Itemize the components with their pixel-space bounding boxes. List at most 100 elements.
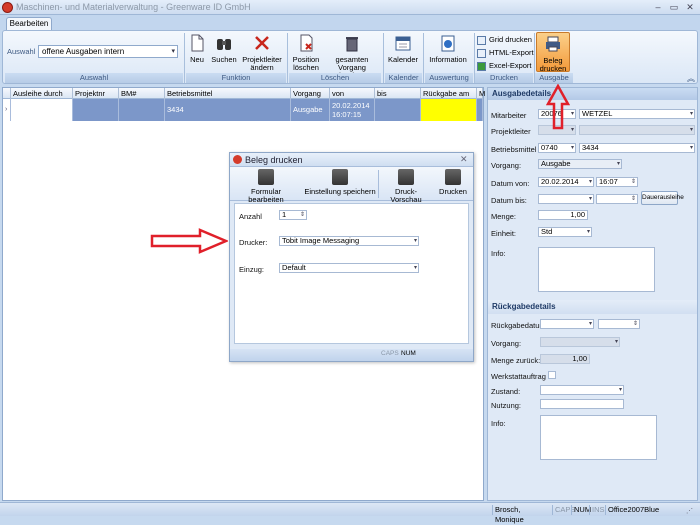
zeit-von-stepper[interactable]: 16:07 ⇕: [596, 177, 638, 187]
col-von[interactable]: von: [330, 88, 375, 99]
einzug-select[interactable]: Default ▾: [279, 263, 419, 273]
projektleiter-label: Projektleiter: [491, 127, 531, 136]
neu-label: Neu: [190, 55, 204, 64]
excel-export-button[interactable]: Excel-Export: [477, 60, 532, 71]
cell-vorgang[interactable]: Ausgabe: [291, 99, 330, 121]
tab-bearbeiten[interactable]: Bearbeiten: [6, 17, 52, 31]
beleg-drucken-button[interactable]: Beleg drucken: [536, 32, 570, 73]
dialog-close-icon[interactable]: ✕: [460, 154, 468, 165]
datum-bis-picker[interactable]: ▾: [538, 194, 594, 204]
html-export-button[interactable]: HTML-Export: [477, 47, 534, 58]
cell-projektnr[interactable]: [73, 99, 119, 121]
rueck-info-textarea[interactable]: [540, 415, 657, 460]
col-bm[interactable]: BM#: [119, 88, 165, 99]
col-rueckgabe-am[interactable]: Rückgabe am: [421, 88, 477, 99]
einzug-label: Einzug:: [239, 265, 265, 274]
col-m[interactable]: M: [477, 88, 485, 99]
cell-von[interactable]: 20.02.2014 16:07:15: [330, 99, 375, 121]
betriebsmittel-nr-select[interactable]: 0740 ▾: [538, 143, 576, 153]
datum-von-value: 20.02.2014: [541, 177, 579, 186]
col-betriebsmittel[interactable]: Betriebsmittel: [165, 88, 291, 99]
anzahl-stepper[interactable]: 1 ⇕: [279, 210, 307, 220]
projektleiter-aendern-button[interactable]: Projektleiter ändern: [240, 34, 284, 72]
anzahl-label: Anzahl: [239, 212, 262, 221]
cell-m[interactable]: [477, 99, 483, 121]
rueck-vorgang-select[interactable]: ▾: [540, 337, 620, 347]
nutzung-input[interactable]: [540, 399, 624, 409]
collapse-ribbon-icon[interactable]: ︽: [687, 73, 695, 84]
menge-input[interactable]: 1,00: [538, 210, 588, 220]
rueckgabezeit-stepper[interactable]: ⇕: [598, 319, 640, 329]
col-projektnr[interactable]: Projektnr: [73, 88, 119, 99]
chevron-down-icon: ▾: [616, 161, 620, 167]
einstellung-speichern-button[interactable]: Einstellung speichern: [304, 169, 376, 196]
dialog-title: Beleg drucken: [245, 155, 303, 165]
minimize-icon[interactable]: –: [652, 2, 664, 12]
window-title: Maschinen- und Materialverwaltung - Gree…: [16, 2, 251, 12]
vorgang-value: Ausgabe: [541, 159, 571, 168]
details-panel: Ausgabedetails Mitarbeiter 20076 ▾ WETZEL…: [487, 87, 698, 501]
col-bis[interactable]: bis: [375, 88, 421, 99]
new-document-icon: [191, 34, 204, 52]
status-caps: CAPS: [552, 505, 575, 515]
drucken-label: Drucken: [439, 187, 467, 196]
zustand-label: Zustand:: [491, 387, 521, 396]
chevron-down-icon: ▾: [570, 145, 574, 151]
cell-ausleihe-durch[interactable]: [11, 99, 73, 121]
druck-vorschau-button[interactable]: Druck-Vorschau: [380, 169, 432, 204]
cell-bm[interactable]: [119, 99, 165, 121]
close-icon[interactable]: ✕: [684, 2, 696, 12]
printer-icon: [258, 169, 274, 185]
dialog-status-bar: CAPS NUM: [230, 349, 473, 361]
betriebsmittel-name-select[interactable]: 3434 ▾: [579, 143, 695, 153]
formular-bearbeiten-label: Formular bearbeiten: [248, 187, 284, 204]
col-vorgang[interactable]: Vorgang: [291, 88, 330, 99]
dialog-body: Anzahl 1 ⇕ Drucker: Tobit Image Messaging…: [234, 203, 469, 344]
suchen-button[interactable]: Suchen: [211, 34, 237, 64]
cell-bis[interactable]: [375, 99, 421, 121]
drucker-value: Tobit Image Messaging: [282, 236, 360, 245]
auswahl-select[interactable]: offene Ausgaben intern ▾: [38, 45, 178, 58]
rueck-info-label: Info:: [491, 419, 506, 428]
drucken-button[interactable]: Drucken: [435, 169, 471, 196]
cell-betriebsmittel[interactable]: 3434: [165, 99, 291, 121]
formular-bearbeiten-button[interactable]: Formular bearbeiten: [234, 169, 298, 204]
zustand-select[interactable]: ▾: [540, 385, 624, 395]
mitarbeiter-name-select[interactable]: WETZEL ▾: [579, 109, 695, 119]
information-button[interactable]: Information: [426, 34, 470, 64]
info-textarea[interactable]: [538, 247, 655, 292]
menge-zurueck-input[interactable]: 1,00: [540, 354, 590, 364]
drucker-select[interactable]: Tobit Image Messaging ▾: [279, 236, 419, 246]
group-caption-auswertung: Auswertung: [425, 73, 473, 83]
auswahl-label: Auswahl: [7, 47, 36, 56]
col-ausleihe-durch[interactable]: Ausleihe durch: [11, 88, 73, 99]
grid-drucken-button[interactable]: Grid drucken: [477, 34, 532, 45]
table-row[interactable]: › 3434 Ausgabe 20.02.2014 16:07:15: [3, 99, 483, 121]
werkstattauftrag-checkbox[interactable]: [548, 371, 556, 379]
rueckgabedatum-picker[interactable]: ▾: [540, 319, 594, 329]
datum-von-picker[interactable]: 20.02.2014 ▾: [538, 177, 594, 187]
cell-rueckgabe-am[interactable]: [421, 99, 477, 121]
trash-icon: [346, 37, 358, 52]
einheit-select[interactable]: Std ▾: [538, 227, 592, 237]
red-arrow-up-icon: [546, 84, 570, 130]
chevron-down-icon: ▾: [689, 145, 693, 151]
neu-button[interactable]: Neu: [186, 34, 208, 64]
dialog-title-bar: Beleg drucken ✕: [230, 153, 473, 167]
maximize-icon[interactable]: ▭: [668, 2, 680, 12]
resize-grip-icon[interactable]: ⋰: [686, 507, 696, 515]
position-loeschen-button[interactable]: Position löschen: [289, 34, 323, 72]
status-ins: INS: [589, 505, 605, 515]
kalender-button[interactable]: Kalender: [386, 34, 420, 64]
toolbar-separator: [378, 170, 379, 198]
projektleiter-name-select[interactable]: ▾: [579, 125, 695, 135]
dauerausleihe-button[interactable]: Dauerausleihe: [641, 191, 684, 205]
vorgang-select[interactable]: Ausgabe ▾: [538, 159, 622, 169]
group-caption-funktion: Funktion: [186, 73, 286, 83]
group-caption-loeschen: Löschen: [289, 73, 381, 83]
chevron-down-icon: ▾: [570, 111, 574, 117]
printer-icon: [546, 36, 560, 52]
drucker-label: Drucker:: [239, 238, 268, 247]
zeit-bis-stepper[interactable]: ⇕: [596, 194, 638, 204]
nutzung-label: Nutzung:: [491, 401, 522, 410]
